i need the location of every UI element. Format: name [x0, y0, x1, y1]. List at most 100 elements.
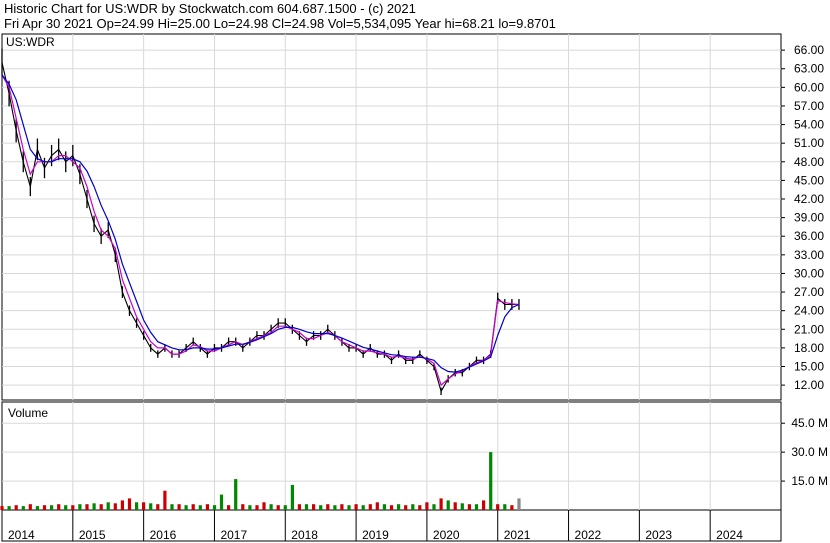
volume-bar [276, 505, 280, 510]
volume-bar [397, 504, 401, 510]
volume-bar [439, 498, 443, 510]
volume-bar [361, 505, 365, 510]
x-tick-label: 2018 [291, 528, 318, 542]
volume-bar [453, 502, 457, 510]
price-tick-label: 57.00 [794, 99, 824, 113]
volume-bar [191, 504, 195, 510]
volume-bar [120, 500, 124, 510]
price-tick-label: 33.00 [794, 248, 824, 262]
volume-bar [368, 504, 372, 510]
volume-bar [375, 502, 379, 510]
price-panel [1, 33, 782, 401]
volume-bar [170, 504, 174, 510]
volume-bar [7, 506, 11, 510]
price-tick-label: 60.00 [794, 80, 824, 94]
volume-bar [418, 505, 422, 510]
price-tick-label: 30.00 [794, 266, 824, 280]
volume-bar [389, 505, 394, 510]
price-tick-label: 18.00 [794, 341, 824, 355]
price-panel-label: US:WDR [6, 35, 55, 49]
volume-panel [1, 401, 782, 511]
volume-bar [425, 502, 429, 510]
volume-tick-label: 15.0 M [791, 474, 828, 488]
price-tick-label: 27.00 [794, 285, 824, 299]
x-tick-label: 2016 [150, 528, 177, 542]
volume-bar [127, 498, 132, 510]
volume-panel-label: Volume [8, 406, 48, 420]
volume-bar [156, 504, 160, 510]
x-tick-label: 2014 [8, 528, 35, 542]
volume-bar [248, 505, 252, 510]
volume-bar [482, 500, 486, 510]
price-tick-label: 42.00 [794, 192, 824, 206]
volume-bar [510, 505, 514, 510]
volume-bar [262, 502, 266, 510]
volume-bar [347, 505, 351, 510]
volume-bar [354, 504, 358, 510]
x-tick-label: 2021 [504, 528, 531, 542]
price-tick-label: 48.00 [794, 155, 824, 169]
x-tick-label: 2019 [362, 528, 389, 542]
volume-bar [333, 505, 337, 510]
volume-tick-label: 30.0 M [791, 445, 828, 459]
volume-bar [35, 506, 39, 510]
chart-window: Historic Chart for US:WDR by Stockwatch.… [0, 0, 830, 543]
x-tick-label: 2017 [220, 528, 247, 542]
volume-bar [0, 506, 4, 510]
volume-bar [283, 505, 287, 510]
volume-bar [404, 505, 408, 510]
volume-bar [113, 503, 117, 511]
price-tick-label: 12.00 [794, 378, 824, 392]
price-tick-label: 54.00 [794, 118, 824, 132]
volume-bar [205, 504, 209, 510]
volume-bar [340, 504, 344, 510]
volume-bar [460, 503, 464, 511]
volume-bar [198, 505, 202, 510]
x-tick-label: 2015 [79, 528, 106, 542]
volume-bar [411, 504, 415, 510]
volume-bar [312, 504, 316, 510]
volume-bar [297, 504, 301, 510]
x-tick-label: 2020 [433, 528, 460, 542]
volume-bar [304, 504, 309, 510]
x-tick-label: 2022 [575, 528, 602, 542]
volume-bar [234, 479, 238, 510]
price-tick-label: 21.00 [794, 322, 824, 336]
volume-bar [78, 504, 82, 510]
x-tick-label: 2024 [716, 528, 743, 542]
price-tick-label: 15.00 [794, 360, 824, 374]
volume-bar [163, 490, 167, 510]
volume-bar [474, 504, 479, 510]
volume-bar [219, 494, 224, 510]
volume-bar [503, 504, 507, 510]
volume-bar [212, 505, 217, 510]
volume-bar [57, 504, 61, 510]
volume-bar [184, 505, 188, 510]
volume-bar [432, 504, 436, 510]
volume-bar [489, 452, 493, 510]
volume-bar [149, 503, 153, 511]
volume-bar [85, 504, 89, 510]
price-tick-label: 45.00 [794, 173, 824, 187]
volume-bar [326, 504, 330, 510]
volume-bar [50, 505, 54, 510]
volume-bar [92, 503, 96, 511]
volume-bar [269, 504, 273, 510]
volume-bar [177, 504, 181, 510]
price-tick-label: 24.00 [794, 304, 824, 318]
volume-bar [106, 502, 110, 510]
volume-bar [227, 505, 231, 510]
volume-bar [517, 498, 521, 510]
volume-bar [496, 504, 500, 510]
volume-bar [64, 505, 68, 510]
x-tick-label: 2023 [645, 528, 672, 542]
volume-bar [14, 505, 18, 510]
price-tick-label: 36.00 [794, 229, 824, 243]
price-tick-label: 66.00 [794, 43, 824, 57]
volume-bar [135, 502, 139, 510]
volume-bar [290, 484, 294, 510]
volume-bar [142, 502, 146, 510]
volume-bar [241, 504, 245, 510]
volume-bar [42, 505, 47, 510]
volume-bar [382, 504, 386, 510]
